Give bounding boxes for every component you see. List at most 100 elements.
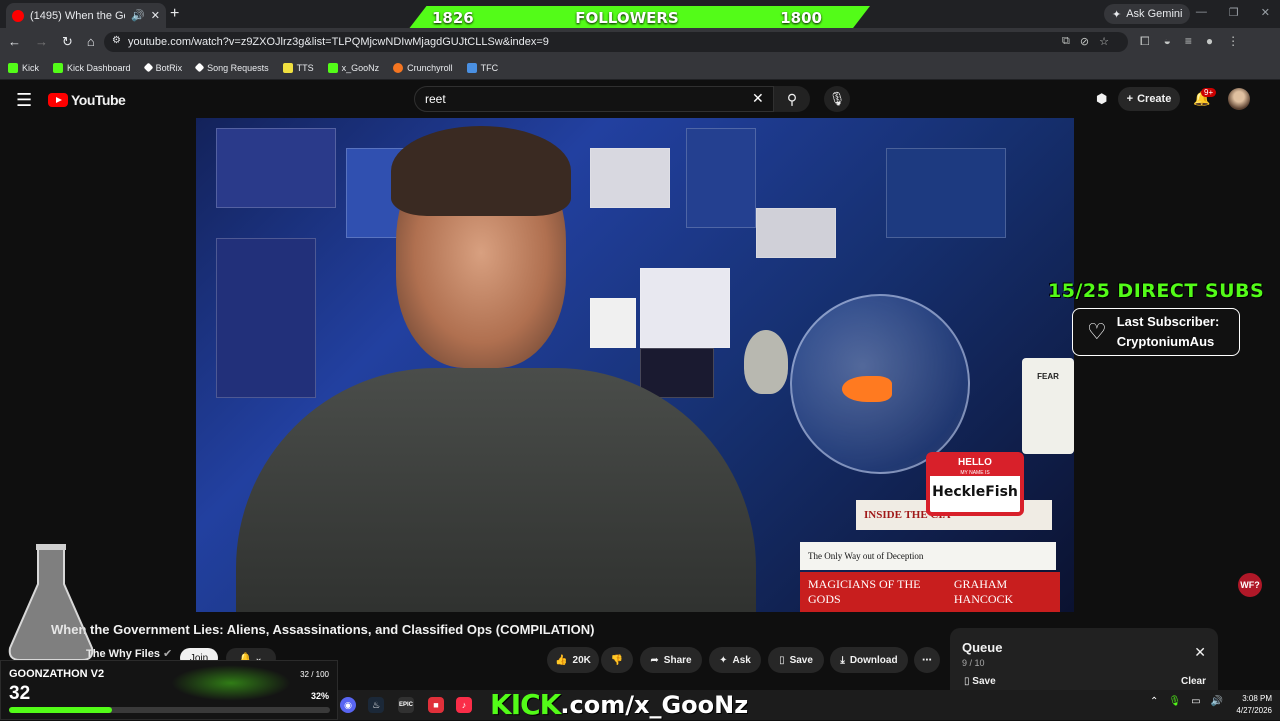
steam-icon[interactable]: ♨: [368, 697, 384, 713]
ask-gemini-button[interactable]: ✦ Ask Gemini: [1104, 4, 1191, 24]
create-label: Create: [1137, 93, 1172, 105]
goonzathon-ratio: 32 / 100: [300, 670, 329, 679]
channel-label: The Why Files: [86, 648, 160, 660]
address-bar[interactable]: ⚙ youtube.com/watch?v=z9ZXOJlrz3g&list=T…: [104, 32, 1128, 52]
display-icon[interactable]: ▭: [1191, 696, 1200, 707]
bookmark-botrix[interactable]: BotRix: [143, 62, 182, 73]
bookmark-kick-dashboard[interactable]: Kick Dashboard: [53, 62, 131, 73]
taskbar-clock[interactable]: 3:08 PM 4/27/2026: [1228, 693, 1272, 717]
more-icon: ⋯: [922, 654, 932, 666]
music-icon[interactable]: ♪: [456, 697, 472, 713]
queue-title: Queue: [962, 640, 1003, 655]
app-icon[interactable]: ■: [428, 697, 444, 713]
bookmark-tfc[interactable]: TFC: [466, 62, 498, 73]
like-count: 20K: [572, 654, 591, 666]
voice-search-icon[interactable]: 🎙: [824, 86, 850, 112]
ask-label: Ask: [732, 654, 751, 666]
more-actions-button[interactable]: ⋯: [914, 647, 940, 673]
wall-poster: [590, 148, 670, 208]
browser-tab[interactable]: (1495) When the Governm 🔊 ✕: [6, 3, 166, 28]
clear-search-icon[interactable]: ✕: [752, 90, 764, 107]
youtube-logo[interactable]: YouTube: [48, 92, 126, 108]
install-icon[interactable]: ⧉: [1062, 35, 1070, 48]
search-input[interactable]: reet: [414, 86, 774, 112]
ask-button[interactable]: ✦ Ask: [709, 647, 761, 673]
book-author: GRAHAM HANCOCK: [953, 577, 1014, 606]
bookmark-x-goonz[interactable]: x_GooNz: [327, 62, 379, 73]
like-button[interactable]: 👍 20K: [547, 647, 599, 673]
hamburger-menu-icon[interactable]: ☰: [16, 90, 32, 111]
goonzathon-percent: 32%: [310, 691, 329, 701]
reload-icon[interactable]: ↻: [62, 34, 73, 50]
queue-panel: Queue 9 / 10 ✕ ▯ Save Clear: [950, 628, 1218, 698]
channel-watermark[interactable]: WF?: [1238, 573, 1262, 597]
video-player[interactable]: FEAR INSIDE THE CIA The Only Way out of …: [196, 118, 1074, 612]
browser-toolbar-right: ⧠ ◒ ≡ ● ⋮: [1140, 34, 1239, 49]
bookmark-song-requests[interactable]: Song Requests: [194, 62, 269, 73]
reading-list-icon[interactable]: ≡: [1185, 34, 1192, 49]
nav-buttons: ← → ↻ ⌂: [8, 34, 95, 50]
browser-menu-icon[interactable]: ⋮: [1227, 34, 1239, 49]
save-button[interactable]: ▯ Save: [768, 647, 824, 673]
kick-icon: [8, 62, 18, 73]
profile-icon[interactable]: ●: [1206, 34, 1213, 49]
share-label: Share: [663, 654, 692, 666]
volume-icon[interactable]: 🔊: [1211, 696, 1223, 707]
hide-icon[interactable]: ⊘: [1080, 35, 1089, 48]
site-info-icon[interactable]: ⚙: [112, 35, 121, 46]
botrix-icon: [143, 62, 154, 73]
queue-count: 9 / 10: [962, 658, 985, 668]
url-text: youtube.com/watch?v=z9ZXOJlrz3g&list=TLP…: [128, 36, 549, 48]
botrix-icon: [194, 62, 205, 73]
maximize-icon[interactable]: ❐: [1229, 6, 1239, 19]
bookmark-label: Crunchyroll: [407, 62, 453, 73]
nametag-hello: HELLO: [930, 456, 1020, 470]
tab-close-icon[interactable]: ✕: [151, 9, 160, 22]
forward-icon[interactable]: →: [35, 34, 48, 50]
plus-icon: +: [1126, 93, 1134, 105]
cast-icon[interactable]: ⬢: [1096, 91, 1107, 107]
last-sub-label: Last Subscriber:: [1116, 314, 1220, 329]
bookmark-kick[interactable]: Kick: [8, 62, 39, 73]
followers-overlay: 1826 FOLLOWERS 1800: [408, 6, 870, 30]
queue-close-icon[interactable]: ✕: [1194, 644, 1206, 661]
dislike-button[interactable]: 👎: [601, 647, 633, 673]
new-tab-button[interactable]: +: [170, 5, 179, 23]
avatar[interactable]: [1228, 88, 1250, 110]
video-title: When the Government Lies: Aliens, Assass…: [51, 622, 595, 637]
queue-save-label: Save: [972, 676, 996, 687]
bookmark-icon: ▯: [779, 654, 785, 666]
channel-name[interactable]: The Why Files ✔: [86, 647, 172, 660]
share-button[interactable]: ➦ Share: [640, 647, 702, 673]
minimize-icon[interactable]: —: [1196, 6, 1207, 19]
bookmark-tts[interactable]: TTS: [282, 62, 314, 73]
followers-right-count: 1800: [780, 9, 822, 27]
download-button[interactable]: ⤓ Download: [830, 647, 908, 673]
followers-label: FOLLOWERS: [575, 9, 679, 27]
bookmark-crunchyroll[interactable]: Crunchyroll: [393, 62, 453, 73]
wall-poster: [756, 208, 836, 258]
nametag: HELLO MY NAME IS HeckleFish: [926, 452, 1024, 516]
bookmark-label: Kick Dashboard: [67, 62, 131, 73]
extensions-icon[interactable]: ⧠: [1140, 34, 1150, 49]
goonzathon-progress-bar: [9, 707, 330, 713]
search-button[interactable]: ⚲: [774, 86, 810, 112]
alien-figure: [744, 330, 788, 394]
kick-url-text: .com/x_GooNz: [560, 690, 749, 719]
mug-text: FEAR: [1037, 372, 1059, 381]
kick-icon: [53, 62, 64, 73]
bookmark-star-icon[interactable]: ☆: [1099, 35, 1109, 48]
queue-save-button[interactable]: ▯ Save: [964, 676, 996, 687]
window-controls: — ❐ ✕: [1196, 6, 1270, 19]
home-icon[interactable]: ⌂: [87, 34, 95, 50]
incognito-icon[interactable]: ◒: [1164, 34, 1171, 49]
epic-games-icon[interactable]: EPIC: [398, 697, 414, 713]
create-button[interactable]: + Create: [1118, 87, 1180, 111]
chevron-up-icon[interactable]: ⌃: [1150, 696, 1158, 707]
close-window-icon[interactable]: ✕: [1261, 6, 1270, 19]
taskbar: [338, 690, 1280, 720]
mic-tray-icon[interactable]: 🎙: [1168, 696, 1181, 707]
back-icon[interactable]: ←: [8, 34, 21, 50]
discord-icon[interactable]: ◉: [340, 697, 356, 713]
queue-clear-button[interactable]: Clear: [1181, 676, 1206, 687]
